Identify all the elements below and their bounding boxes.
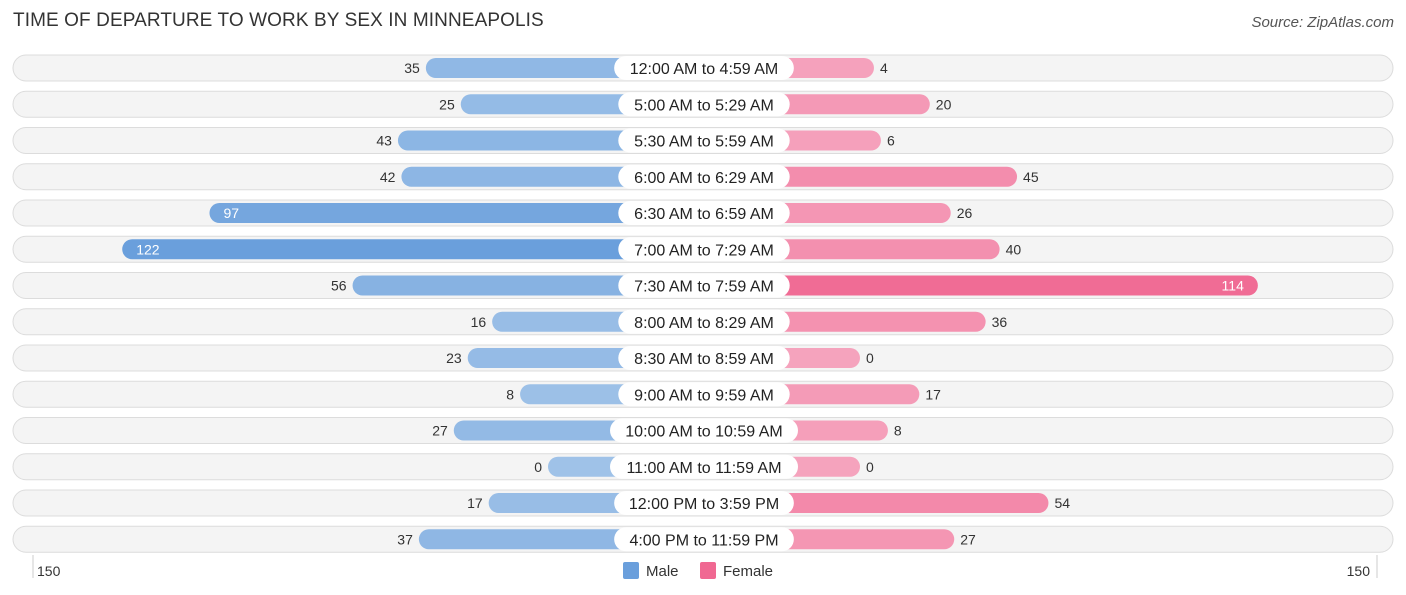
value-label-female: 6 bbox=[887, 133, 895, 149]
value-label-male: 122 bbox=[136, 241, 160, 257]
category-label: 10:00 AM to 10:59 AM bbox=[625, 424, 782, 441]
table-row: 122 40 7:00 AM to 7:29 AM bbox=[12, 235, 1394, 263]
value-label-female: 114 bbox=[1222, 278, 1245, 294]
category-label: 4:00 PM to 11:59 PM bbox=[629, 532, 778, 549]
category-label: 6:30 AM to 6:59 AM bbox=[634, 206, 774, 223]
table-row: 17 54 12:00 PM to 3:59 PM bbox=[12, 489, 1394, 517]
category-label: 5:00 AM to 5:29 AM bbox=[634, 97, 774, 114]
chart-canvas: 35 4 12:00 AM to 4:59 AM 25 20 5:00 AM to 5:2… bbox=[12, 54, 1394, 580]
category-label: 9:00 AM to 9:59 AM bbox=[634, 387, 774, 404]
value-label-male: 0 bbox=[534, 459, 542, 475]
rows-group: 35 4 12:00 AM to 4:59 AM 25 20 5:00 AM to 5:2… bbox=[12, 54, 1394, 553]
value-label-female: 54 bbox=[1054, 495, 1070, 511]
table-row: 25 20 5:00 AM to 5:29 AM bbox=[12, 90, 1394, 118]
table-row: 23 0 8:30 AM to 8:59 AM bbox=[12, 344, 1394, 372]
legend-label-female: Female bbox=[723, 563, 773, 580]
table-row: 27 8 10:00 AM to 10:59 AM bbox=[12, 417, 1394, 444]
value-label-female: 40 bbox=[1006, 241, 1022, 257]
bar-male bbox=[122, 239, 705, 260]
category-label: 5:30 AM to 5:59 AM bbox=[634, 134, 774, 151]
category-label: 8:00 AM to 8:29 AM bbox=[634, 315, 774, 332]
value-label-male: 23 bbox=[446, 350, 462, 366]
category-label: 12:00 AM to 4:59 AM bbox=[630, 61, 779, 78]
value-label-male: 43 bbox=[376, 133, 392, 149]
legend-label-male: Male bbox=[646, 563, 679, 580]
table-row: 8 17 9:00 AM to 9:59 AM bbox=[12, 380, 1394, 408]
value-label-male: 25 bbox=[439, 96, 455, 112]
category-label: 7:00 AM to 7:29 AM bbox=[634, 242, 774, 259]
table-row: 42 45 6:00 AM to 6:29 AM bbox=[12, 163, 1394, 191]
value-label-male: 35 bbox=[404, 60, 420, 76]
value-label-male: 42 bbox=[380, 169, 396, 185]
category-label: 7:30 AM to 7:59 AM bbox=[634, 279, 774, 296]
value-label-male: 27 bbox=[432, 423, 448, 439]
value-label-female: 26 bbox=[957, 205, 973, 221]
table-row: 43 6 5:30 AM to 5:59 AM bbox=[12, 127, 1394, 154]
category-label: 6:00 AM to 6:29 AM bbox=[634, 170, 774, 187]
legend-swatch-male bbox=[623, 562, 639, 579]
value-label-female: 27 bbox=[960, 531, 976, 547]
value-label-male: 37 bbox=[397, 531, 413, 547]
value-label-female: 0 bbox=[866, 350, 874, 366]
legend-swatch-female bbox=[700, 562, 716, 579]
legend: Male Female bbox=[623, 562, 773, 580]
value-label-male: 17 bbox=[467, 495, 483, 511]
value-label-female: 17 bbox=[925, 386, 941, 402]
category-label: 12:00 PM to 3:59 PM bbox=[629, 496, 779, 513]
table-row: 97 26 6:30 AM to 6:59 AM bbox=[12, 199, 1394, 227]
value-label-female: 45 bbox=[1023, 169, 1039, 185]
category-label: 8:30 AM to 8:59 AM bbox=[634, 351, 774, 368]
axis-left-label: 150 bbox=[37, 563, 61, 579]
table-row: 35 4 12:00 AM to 4:59 AM bbox=[12, 54, 1394, 82]
value-label-female: 36 bbox=[992, 314, 1008, 330]
table-row: 16 36 8:00 AM to 8:29 AM bbox=[12, 308, 1394, 336]
table-row: 0 0 11:00 AM to 11:59 AM bbox=[12, 453, 1394, 481]
category-label: 11:00 AM to 11:59 AM bbox=[626, 460, 781, 477]
table-row: 37 27 4:00 PM to 11:59 PM bbox=[12, 525, 1394, 553]
value-label-male: 97 bbox=[223, 205, 239, 221]
axis-right-label: 150 bbox=[1347, 563, 1371, 579]
value-label-female: 8 bbox=[894, 423, 902, 439]
value-label-male: 56 bbox=[331, 278, 347, 294]
value-label-male: 8 bbox=[506, 386, 514, 402]
value-label-female: 4 bbox=[880, 60, 888, 76]
table-row: 56 114 7:30 AM to 7:59 AM bbox=[12, 272, 1394, 299]
value-label-female: 20 bbox=[936, 96, 952, 112]
value-label-male: 16 bbox=[471, 314, 487, 330]
value-label-female: 0 bbox=[866, 459, 874, 475]
